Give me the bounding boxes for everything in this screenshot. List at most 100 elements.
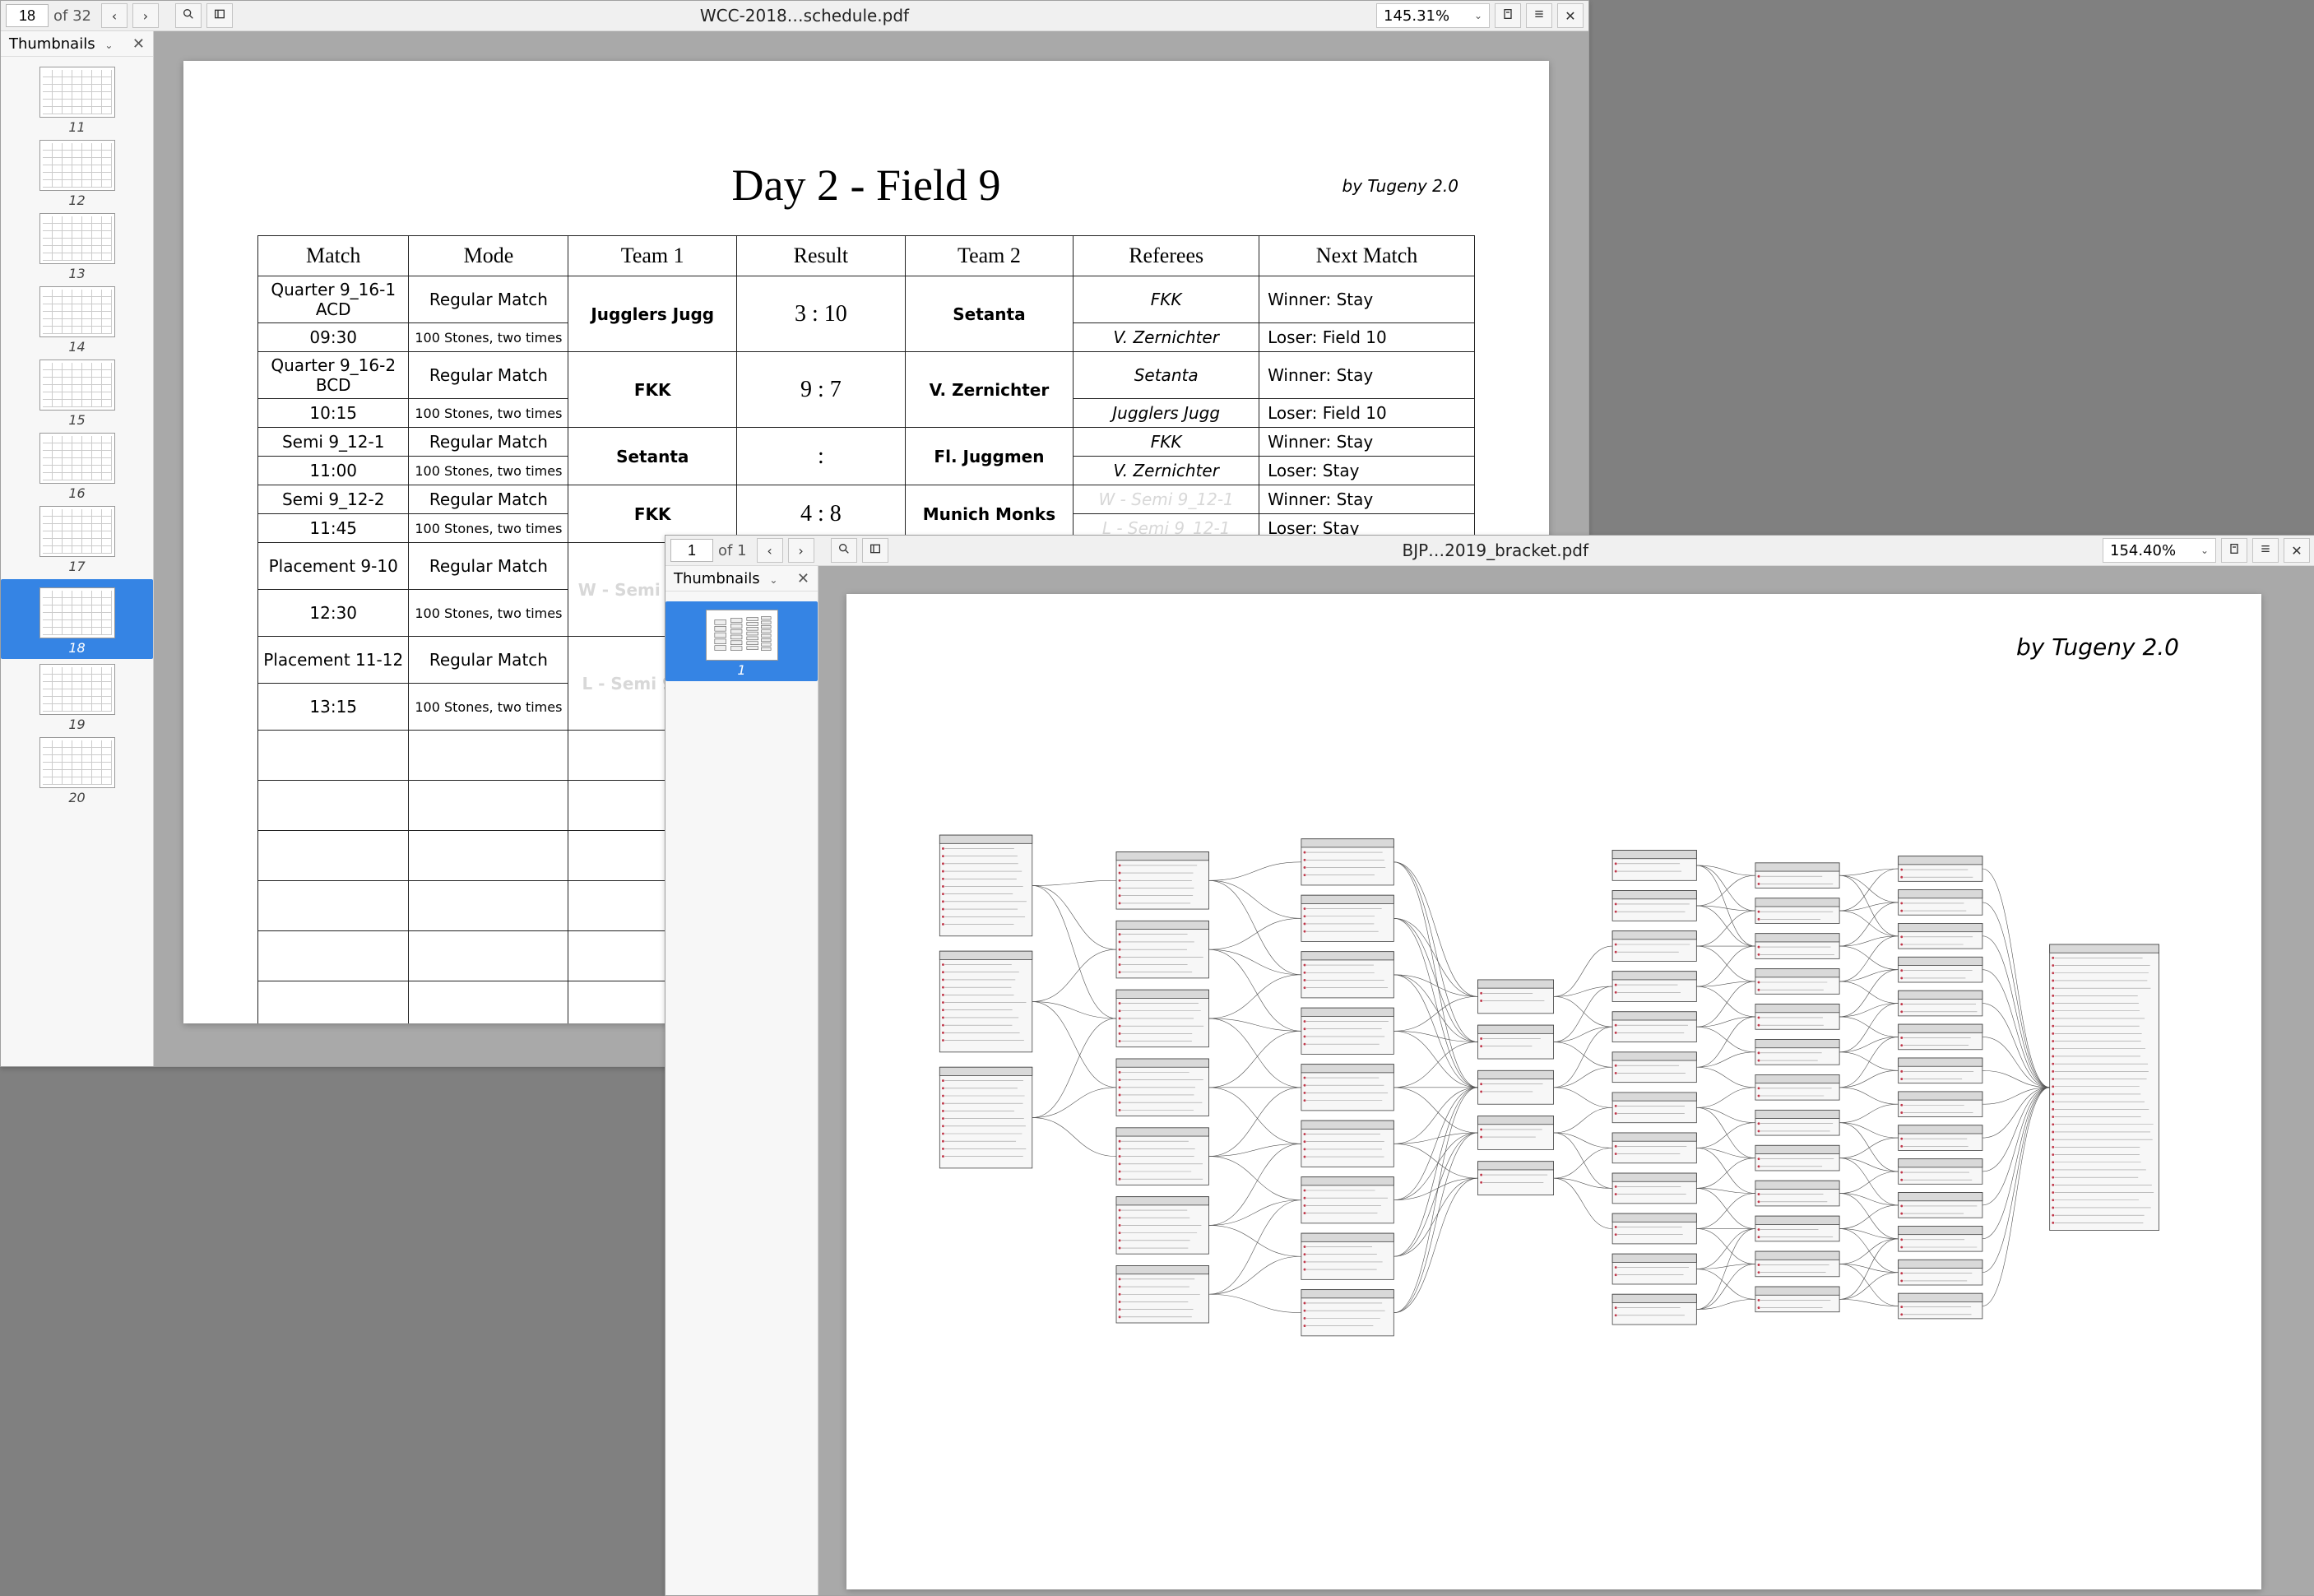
thumbnail-item[interactable]: 1	[665, 601, 818, 681]
table-row: Semi 9_12-1Regular MatchSetanta:Fl. Jugg…	[258, 428, 1475, 457]
thumbnail-item[interactable]: 19	[1, 664, 153, 732]
thumbnail-item[interactable]: 12	[1, 140, 153, 208]
bracket-diagram	[920, 717, 2220, 1474]
thumbnail-preview	[39, 360, 115, 411]
thumbnails-header[interactable]: Thumbnails ⌄ ✕	[1, 31, 153, 57]
prev-page-button[interactable]: ‹	[757, 538, 783, 563]
window-title: BJP…2019_bracket.pdf	[893, 541, 2098, 560]
thumbnail-list[interactable]: 11 12 13 14 15 16 17 18 19 20	[1, 57, 153, 1066]
toolbar: of 32 ‹ › WCC-2018…schedule.pdf 145.31% …	[1, 1, 1588, 31]
thumbnail-number: 11	[68, 119, 85, 135]
thumbnail-number: 15	[68, 412, 85, 428]
sidebar-icon	[213, 7, 226, 24]
search-button[interactable]	[175, 3, 202, 28]
sidebar-icon	[869, 542, 882, 559]
zoom-value: 145.31%	[1384, 7, 1449, 25]
table-header: Team 2	[905, 236, 1074, 276]
reader-mode-button[interactable]	[2221, 538, 2247, 563]
window-title: WCC-2018…schedule.pdf	[238, 6, 1371, 26]
table-row: Quarter 9_16-1 ACDRegular MatchJugglers …	[258, 276, 1475, 323]
table-header: Referees	[1074, 236, 1259, 276]
thumbnail-number: 16	[68, 485, 85, 501]
thumbnail-item[interactable]: 17	[1, 506, 153, 574]
menu-button[interactable]	[2252, 538, 2279, 563]
window-bracket: of 1 ‹ › BJP…2019_bracket.pdf 154.40% ⌄	[665, 535, 2314, 1596]
table-header: Mode	[409, 236, 568, 276]
page-number-input[interactable]	[6, 4, 49, 27]
table-header: Team 1	[568, 236, 737, 276]
thumbnail-item[interactable]: 16	[1, 433, 153, 501]
chevron-left-icon: ‹	[767, 543, 772, 559]
thumbnail-number: 14	[68, 339, 85, 355]
thumbnail-item[interactable]: 14	[1, 286, 153, 355]
page-icon	[2228, 542, 2241, 559]
pdf-page: by Tugeny 2.0	[846, 594, 2261, 1589]
sidebar-toggle-button[interactable]	[206, 3, 233, 28]
thumbnail-number: 19	[68, 717, 85, 732]
thumbnails-close-button[interactable]: ✕	[132, 35, 145, 53]
thumbnail-preview	[39, 664, 115, 715]
thumbnail-preview	[39, 737, 115, 788]
thumbnail-item[interactable]: 20	[1, 737, 153, 805]
thumbnail-preview	[39, 286, 115, 337]
page-total-label: of 32	[53, 7, 91, 25]
thumbnail-item[interactable]: 13	[1, 213, 153, 281]
thumbnails-header[interactable]: Thumbnails ⌄ ✕	[665, 566, 818, 592]
chevron-down-icon: ⌄	[2200, 545, 2209, 556]
thumbnail-item[interactable]: 15	[1, 360, 153, 428]
thumbnail-list[interactable]: 1	[665, 592, 818, 1595]
chevron-down-icon: ⌄	[104, 39, 113, 51]
thumbnail-number: 12	[68, 193, 85, 208]
next-page-button[interactable]: ›	[132, 3, 159, 28]
reader-mode-button[interactable]	[1495, 3, 1521, 28]
hamburger-icon	[1533, 7, 1546, 24]
thumbnail-preview	[39, 433, 115, 484]
next-page-button[interactable]: ›	[788, 538, 814, 563]
close-button[interactable]: ✕	[1557, 3, 1584, 28]
byline: by Tugeny 2.0	[2016, 633, 2179, 661]
sidebar-toggle-button[interactable]	[862, 538, 888, 563]
zoom-value: 154.40%	[2110, 542, 2176, 559]
thumbnail-preview	[39, 213, 115, 264]
close-button[interactable]: ✕	[2284, 538, 2310, 563]
chevron-down-icon: ⌄	[769, 574, 777, 586]
page-total-label: of 1	[718, 542, 747, 559]
thumbnail-item[interactable]: 18	[1, 579, 153, 659]
chevron-down-icon: ⌄	[1474, 10, 1482, 21]
page-title: Day 2 - Field 9	[257, 160, 1475, 211]
thumbnail-preview	[39, 506, 115, 557]
chevron-right-icon: ›	[798, 543, 803, 559]
thumbnails-panel: Thumbnails ⌄ ✕ 1	[665, 566, 818, 1595]
thumbnail-preview	[39, 140, 115, 191]
prev-page-button[interactable]: ‹	[101, 3, 128, 28]
thumbnail-preview	[39, 67, 115, 118]
table-header: Result	[737, 236, 906, 276]
close-icon: ✕	[2291, 543, 2302, 559]
table-header: Next Match	[1259, 236, 1475, 276]
thumbnails-panel: Thumbnails ⌄ ✕ 11 12 13 14 15 16 17 18 19 20	[1, 31, 154, 1066]
page-viewport[interactable]: by Tugeny 2.0	[818, 566, 2314, 1595]
zoom-combobox[interactable]: 154.40% ⌄	[2103, 538, 2216, 563]
thumbnail-number: 17	[68, 559, 85, 574]
thumbnails-label: Thumbnails	[9, 35, 95, 53]
search-button[interactable]	[831, 538, 857, 563]
table-row: Semi 9_12-2Regular MatchFKK4 : 8Munich M…	[258, 485, 1475, 514]
search-icon	[182, 7, 195, 24]
menu-button[interactable]	[1526, 3, 1552, 28]
thumbnail-number: 20	[68, 790, 85, 805]
zoom-combobox[interactable]: 145.31% ⌄	[1376, 3, 1490, 28]
thumbnail-preview	[706, 610, 778, 661]
page-number-input[interactable]	[670, 539, 713, 562]
chevron-right-icon: ›	[143, 8, 148, 24]
thumbnails-label: Thumbnails	[674, 570, 760, 587]
thumbnail-item[interactable]: 11	[1, 67, 153, 135]
toolbar: of 1 ‹ › BJP…2019_bracket.pdf 154.40% ⌄	[665, 536, 2314, 566]
byline: by Tugeny 2.0	[1342, 176, 1458, 196]
table-row: Quarter 9_16-2 BCDRegular MatchFKK9 : 7V…	[258, 352, 1475, 399]
table-header: Match	[258, 236, 409, 276]
thumbnail-preview	[39, 587, 115, 638]
thumbnail-number: 13	[68, 266, 85, 281]
page-icon	[1501, 7, 1514, 24]
thumbnails-close-button[interactable]: ✕	[797, 570, 809, 587]
hamburger-icon	[2259, 542, 2272, 559]
